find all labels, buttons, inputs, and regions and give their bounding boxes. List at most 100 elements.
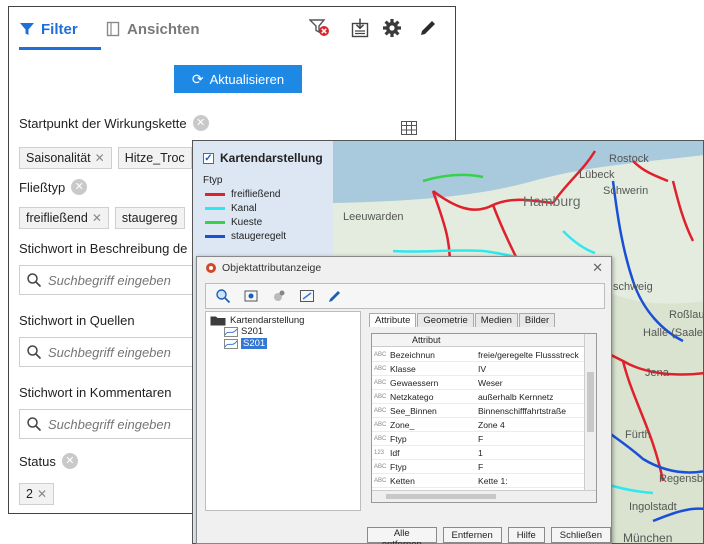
tab-bilder[interactable]: Bilder xyxy=(518,313,556,327)
chip-status-2[interactable]: 2 ✕ xyxy=(19,483,55,505)
select-button[interactable] xyxy=(298,287,316,305)
chip-label: Saisonalität xyxy=(26,151,91,165)
table-row[interactable]: ABC Bezeichnun freie/geregelte Flussstreck xyxy=(372,348,584,362)
tab-attribute[interactable]: Attribute xyxy=(369,313,417,327)
zoom-to-feature-button[interactable] xyxy=(214,287,232,305)
clear-fliesstyp-icon[interactable]: ✕ xyxy=(71,179,88,195)
remove-chip-icon[interactable]: ✕ xyxy=(92,211,102,225)
vertical-scrollbar[interactable] xyxy=(584,334,596,490)
legend-title: ✓ Kartendarstellung xyxy=(203,151,323,165)
export-button[interactable] xyxy=(349,17,371,39)
attribute-name: See_Binnen xyxy=(390,405,437,416)
map-label-halle: Halle (Saale xyxy=(643,327,703,339)
refresh-icon: ⟳ xyxy=(191,70,204,87)
help-button[interactable]: Hilfe xyxy=(507,527,545,543)
chip-freifliessend[interactable]: freifließend ✕ xyxy=(19,207,109,229)
table-row[interactable]: ABC Netzkatego außerhalb Kernnetz xyxy=(372,390,584,404)
attribute-name: Ketten xyxy=(390,475,415,486)
tree-item-s201-selected[interactable]: S201 xyxy=(224,338,268,349)
clear-status-icon[interactable]: ✕ xyxy=(61,453,78,469)
tree-item-root[interactable]: Kartendarstellung xyxy=(210,315,304,326)
tab-medien[interactable]: Medien xyxy=(474,313,518,327)
status-chips: 2 ✕ xyxy=(19,483,55,505)
type-badge: ABC xyxy=(374,351,387,358)
refresh-button[interactable]: ⟳ Aktualisieren xyxy=(174,65,302,93)
chip-hitze[interactable]: Hitze_Troc xyxy=(117,147,192,169)
map-label-rosslau: Roßlau xyxy=(669,309,704,321)
edit-feature-button[interactable] xyxy=(326,287,344,305)
tab-filter[interactable]: Filter xyxy=(19,17,78,41)
attribute-name: Bezeichnun xyxy=(390,349,435,360)
legend-swatch xyxy=(205,235,225,238)
download-icon xyxy=(351,18,369,38)
attribute-tabs: Attribute Geometrie Medien Bilder xyxy=(369,313,556,327)
clear-startpunkt-icon[interactable]: ✕ xyxy=(192,115,209,131)
legend-item-staugeregelt: staugeregelt xyxy=(205,231,286,242)
selection-icon xyxy=(300,290,314,302)
tab-views[interactable]: Ansichten xyxy=(105,17,200,41)
tree-item-s201[interactable]: S201 xyxy=(224,326,263,337)
type-badge: ABC xyxy=(374,365,387,372)
search-icon xyxy=(20,416,48,432)
beschreibung-label-text: Stichwort in Beschreibung de xyxy=(19,241,188,256)
close-button[interactable]: Schließen xyxy=(550,527,611,543)
fliesstyp-chips: freifließend ✕ staugereg xyxy=(19,207,185,229)
attribute-name: Ftyp xyxy=(390,461,407,472)
map-label-rostock: Rostock xyxy=(609,153,649,165)
table-row[interactable]: ABC Ketten Kette 1: xyxy=(372,474,584,488)
remove-button[interactable]: Entfernen xyxy=(442,527,502,543)
type-badge: ABC xyxy=(374,435,387,442)
tab-views-label: Ansichten xyxy=(127,20,200,38)
pencil-icon xyxy=(329,291,340,302)
active-tab-indicator xyxy=(19,47,101,50)
dialog-close-button[interactable]: ✕ xyxy=(592,260,603,276)
remove-all-button[interactable]: Alle entfernen xyxy=(367,527,437,544)
highlight-button[interactable] xyxy=(270,287,288,305)
remove-chip-icon[interactable]: ✕ xyxy=(37,487,47,501)
filter-tab-bar: Filter Ansichten xyxy=(9,7,455,53)
fliesstyp-label: Fließtyp ✕ xyxy=(19,179,88,195)
table-row[interactable]: ABC See_Binnen Binnenschifffahrtstraße xyxy=(372,404,584,418)
scrollbar-thumb[interactable] xyxy=(587,372,594,432)
pencil-icon xyxy=(421,21,435,35)
zoom-icon xyxy=(216,289,231,304)
table-row[interactable]: ABC Ftyp F xyxy=(372,432,584,446)
table-row[interactable]: ABC Gewaessern Weser xyxy=(372,376,584,390)
attribute-value: außerhalb Kernnetz xyxy=(478,391,554,402)
settings-button[interactable] xyxy=(381,17,403,39)
fliesstyp-label-text: Fließtyp xyxy=(19,179,66,195)
table-picker-button[interactable] xyxy=(401,121,417,140)
type-badge: ABC xyxy=(374,379,387,386)
pan-to-feature-button[interactable] xyxy=(242,287,260,305)
tree-item-label: S201 xyxy=(241,326,264,337)
type-badge: ABC xyxy=(374,463,387,470)
table-row[interactable]: ABC Zone_ Zone 4 xyxy=(372,418,584,432)
tab-geometrie[interactable]: Geometrie xyxy=(417,313,474,327)
attribute-table: Attribut ABC Bezeichnun freie/geregelte Fl… xyxy=(371,333,597,503)
chip-saisonalitaet[interactable]: Saisonalität ✕ xyxy=(19,147,112,169)
table-row[interactable]: ABC Ftyp F xyxy=(372,460,584,474)
status-label: Status ✕ xyxy=(19,453,78,469)
beschreibung-label: Stichwort in Beschreibung de xyxy=(19,241,187,256)
folder-icon xyxy=(210,316,226,326)
kommentare-label: Stichwort in Kommentaren xyxy=(19,385,171,400)
attribute-name: Idf xyxy=(390,447,400,458)
target-icon xyxy=(244,290,258,302)
map-label-munchen: München xyxy=(623,531,673,544)
layer-visibility-checkbox[interactable]: ✓ xyxy=(203,152,214,164)
edit-button[interactable] xyxy=(417,17,439,39)
legend-swatch xyxy=(205,207,225,210)
scrollbar-thumb[interactable] xyxy=(386,494,496,499)
table-header: Attribut xyxy=(372,334,584,347)
clear-filter-button[interactable] xyxy=(309,17,331,39)
legend-item-freifliessend: freifließend xyxy=(205,189,280,200)
horizontal-scrollbar[interactable] xyxy=(372,490,596,502)
chip-staugeregelt[interactable]: staugereg xyxy=(114,207,185,229)
attribute-value: IV xyxy=(478,363,487,374)
map-label-ingolstadt: Ingolstadt xyxy=(629,501,677,513)
table-row[interactable]: ABC Klasse IV xyxy=(372,362,584,376)
table-row[interactable]: 123 Idf 1 xyxy=(372,446,584,460)
type-badge: ABC xyxy=(374,393,387,400)
funnel-icon xyxy=(19,21,35,37)
remove-chip-icon[interactable]: ✕ xyxy=(95,151,105,165)
